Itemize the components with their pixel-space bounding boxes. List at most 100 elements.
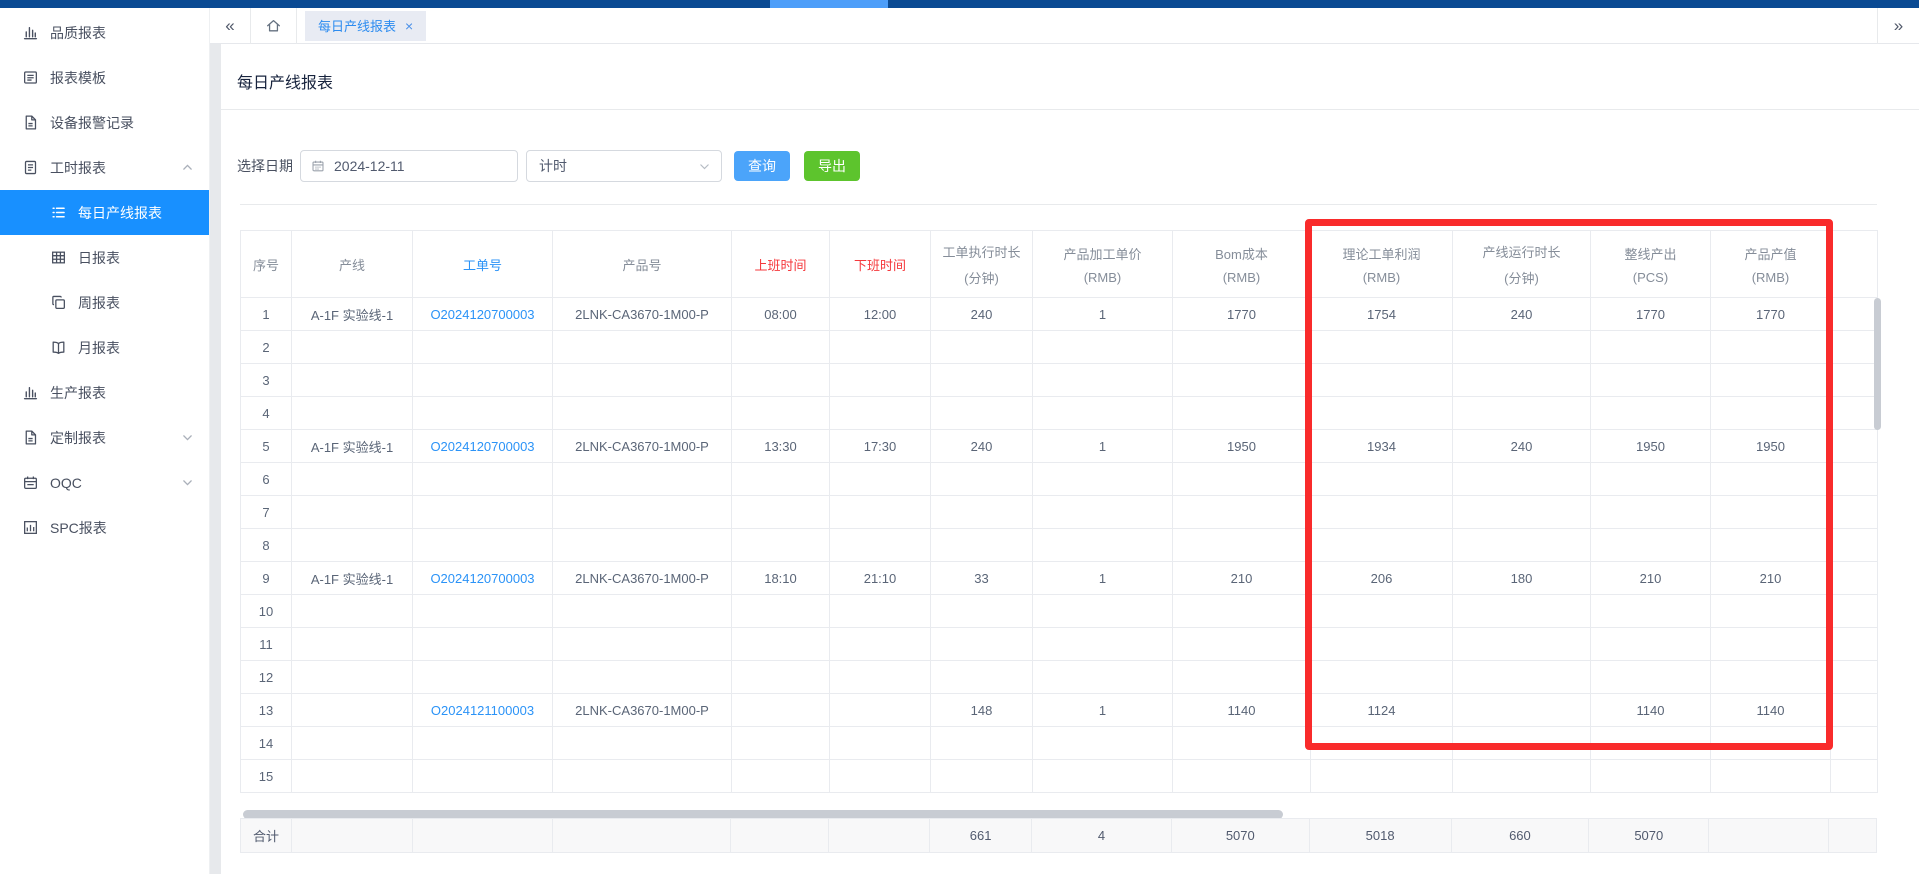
sidebar-item-custom-report[interactable]: 定制报表 bbox=[0, 415, 209, 460]
sidebar-item-daily-line-report[interactable]: 每日产线报表 bbox=[0, 190, 209, 235]
table-cell bbox=[1453, 727, 1591, 760]
table-filler-cell bbox=[1831, 430, 1878, 463]
tab-home[interactable] bbox=[250, 8, 297, 44]
table-cell: 08:00 bbox=[732, 298, 830, 331]
table-cell bbox=[1311, 364, 1453, 397]
table-cell: 6 bbox=[241, 463, 292, 496]
collapse-sidebar-icon[interactable]: « bbox=[210, 16, 250, 36]
table-cell bbox=[1453, 661, 1591, 694]
table-header-row: 序号产线工单号产品号上班时间下班时间工单执行时长(分钟)产品加工单价(RMB)B… bbox=[241, 231, 1878, 298]
header-title: 上班时间 bbox=[736, 255, 825, 274]
table-cell: 17:30 bbox=[830, 430, 931, 463]
expand-tabs-icon[interactable]: » bbox=[1877, 8, 1919, 44]
table-cell bbox=[1033, 331, 1173, 364]
total-cell: 4 bbox=[1032, 819, 1172, 852]
table-cell: 1950 bbox=[1173, 430, 1311, 463]
report-table-wrap: 序号产线工单号产品号上班时间下班时间工单执行时长(分钟)产品加工单价(RMB)B… bbox=[240, 230, 1877, 793]
table-cell bbox=[1173, 397, 1311, 430]
header-cell: 下班时间 bbox=[830, 231, 931, 298]
table-filler-cell bbox=[1831, 397, 1878, 430]
table-cell: 12:00 bbox=[830, 298, 931, 331]
tab-daily-line-report[interactable]: 每日产线报表 × bbox=[305, 11, 426, 41]
header-cell: 产线运行时长(分钟) bbox=[1453, 231, 1591, 298]
page-content: 每日产线报表 选择日期 2024-12-11 计时 查询 导出 序号产线工单号产… bbox=[221, 44, 1919, 874]
table-cell bbox=[1591, 397, 1711, 430]
work-order-link[interactable]: O2024121100003 bbox=[413, 694, 553, 727]
sidebar: 品质报表报表模板设备报警记录工时报表每日产线报表日报表周报表月报表生产报表定制报… bbox=[0, 8, 210, 874]
table-cell bbox=[553, 760, 732, 793]
header-cell: 整线产出(PCS) bbox=[1591, 231, 1711, 298]
vertical-scrollbar-thumb[interactable] bbox=[1874, 298, 1881, 430]
table-cell: 1770 bbox=[1591, 298, 1711, 331]
total-cell bbox=[413, 819, 553, 852]
table-cell: 10 bbox=[241, 595, 292, 628]
sidebar-item-weekly-report[interactable]: 周报表 bbox=[0, 280, 209, 325]
table-cell: 18:10 bbox=[732, 562, 830, 595]
total-cell: 5070 bbox=[1589, 819, 1709, 852]
sidebar-item-quality-report[interactable]: 品质报表 bbox=[0, 10, 209, 55]
table-cell bbox=[1591, 364, 1711, 397]
chevron-down-icon bbox=[181, 476, 194, 489]
table-cell bbox=[931, 727, 1033, 760]
export-button[interactable]: 导出 bbox=[804, 151, 860, 181]
table-cell: 13 bbox=[241, 694, 292, 727]
table-cell bbox=[1711, 727, 1831, 760]
table-cell bbox=[292, 760, 413, 793]
sidebar-item-label: 每日产线报表 bbox=[78, 203, 162, 223]
table-cell bbox=[553, 727, 732, 760]
table-cell: 240 bbox=[1453, 298, 1591, 331]
table-cell bbox=[1711, 661, 1831, 694]
table-cell bbox=[292, 496, 413, 529]
title-divider bbox=[221, 109, 1919, 110]
date-picker-input[interactable]: 2024-12-11 bbox=[300, 150, 518, 182]
sidebar-item-label: 工时报表 bbox=[50, 158, 106, 178]
table-cell bbox=[732, 364, 830, 397]
table-cell bbox=[732, 397, 830, 430]
table-cell bbox=[830, 760, 931, 793]
table-cell bbox=[292, 727, 413, 760]
table-cell bbox=[1173, 331, 1311, 364]
sidebar-item-monthly-report[interactable]: 月报表 bbox=[0, 325, 209, 370]
table-cell bbox=[1033, 529, 1173, 562]
total-cell bbox=[829, 819, 930, 852]
table-cell bbox=[292, 331, 413, 364]
table-cell bbox=[1591, 496, 1711, 529]
tab-close-icon[interactable]: × bbox=[405, 18, 413, 34]
sidebar-item-report-template[interactable]: 报表模板 bbox=[0, 55, 209, 100]
work-order-link[interactable]: O2024120700003 bbox=[413, 298, 553, 331]
table-cell bbox=[553, 496, 732, 529]
table-cell: 1950 bbox=[1711, 430, 1831, 463]
table-cell bbox=[1033, 760, 1173, 793]
table-cell bbox=[413, 496, 553, 529]
table-cell: 11 bbox=[241, 628, 292, 661]
type-select[interactable]: 计时 bbox=[526, 150, 722, 182]
work-order-link[interactable]: O2024120700003 bbox=[413, 430, 553, 463]
table-cell: 1140 bbox=[1173, 694, 1311, 727]
table-cell: 148 bbox=[931, 694, 1033, 727]
sidebar-item-production-report[interactable]: 生产报表 bbox=[0, 370, 209, 415]
sidebar-item-label: SPC报表 bbox=[50, 518, 107, 538]
table-cell: 1 bbox=[241, 298, 292, 331]
table-cell bbox=[1173, 727, 1311, 760]
sidebar-item-device-alarm-record[interactable]: 设备报警记录 bbox=[0, 100, 209, 145]
table-cell bbox=[1311, 463, 1453, 496]
table-cell bbox=[1311, 529, 1453, 562]
sidebar-item-work-hour-report[interactable]: 工时报表 bbox=[0, 145, 209, 190]
sidebar-item-daily-report[interactable]: 日报表 bbox=[0, 235, 209, 280]
sidebar-item-spc-report[interactable]: SPC报表 bbox=[0, 505, 209, 550]
header-title: 产品号 bbox=[557, 255, 727, 274]
table-cell bbox=[1033, 496, 1173, 529]
header-title: 序号 bbox=[245, 255, 287, 274]
table-row: 7 bbox=[241, 496, 1878, 529]
table-cell bbox=[292, 694, 413, 727]
sidebar-item-label: 生产报表 bbox=[50, 383, 106, 403]
sidebar-item-oqc[interactable]: OQC bbox=[0, 460, 209, 505]
table-cell: 180 bbox=[1453, 562, 1591, 595]
table-cell bbox=[830, 397, 931, 430]
table-cell bbox=[1173, 364, 1311, 397]
work-order-link[interactable]: O2024120700003 bbox=[413, 562, 553, 595]
type-select-value: 计时 bbox=[539, 156, 567, 176]
chevron-up-icon bbox=[181, 161, 194, 174]
query-button[interactable]: 查询 bbox=[734, 151, 790, 181]
content-gutter bbox=[210, 44, 221, 874]
